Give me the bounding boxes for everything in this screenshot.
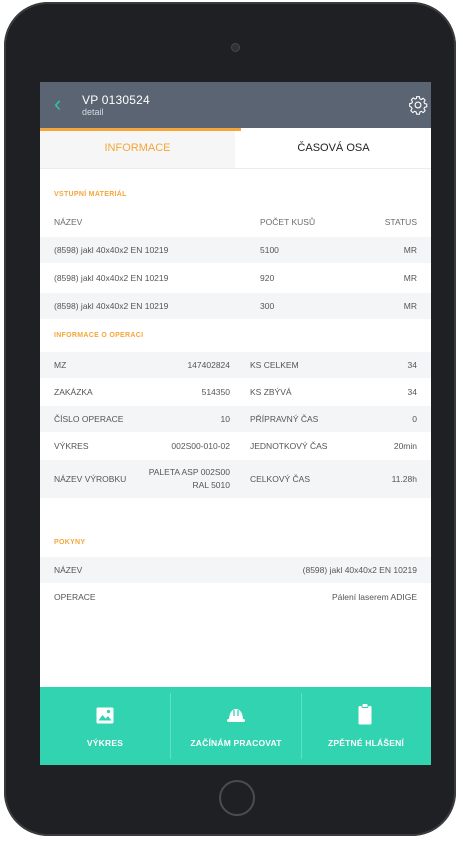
info-key: ZAKÁZKA <box>54 387 93 397</box>
info-key: NÁZEV VÝROBKU <box>54 474 127 484</box>
material-count: 300 <box>260 301 275 311</box>
instruction-row: OPERACE Pálení laserem ADIGE <box>40 584 431 610</box>
section-title-input-material: VSTUPNÍ MATERIÁL <box>54 191 127 198</box>
section-title-instructions: POKYNY <box>54 539 86 546</box>
app-screen: ‹ VP 0130524 detail INFORMACE ČASOVÁ OSA… <box>40 82 431 765</box>
settings-gear-icon[interactable] <box>408 95 428 115</box>
app-header: ‹ VP 0130524 detail <box>40 82 431 128</box>
instruction-row: NÁZEV (8598) jakl 40x40x2 EN 10219 <box>40 557 431 583</box>
info-value-line-2: RAL 5010 <box>192 480 231 490</box>
instruction-value: Pálení laserem ADIGE <box>331 592 417 602</box>
image-icon <box>96 707 114 724</box>
info-key: KS CELKEM <box>250 360 299 370</box>
instruction-value: (8598) jakl 40x40x2 EN 10219 <box>302 565 417 575</box>
info-key: JEDNOTKOVÝ ČAS <box>250 441 328 451</box>
tab-casova-osa[interactable]: ČASOVÁ OSA <box>236 128 431 168</box>
material-name: (8598) jakl 40x40x2 EN 10219 <box>54 245 169 255</box>
material-status: MR <box>403 273 417 283</box>
detail-content: VSTUPNÍ MATERIÁL NÁZEV POČET KUSŮ STATUS… <box>40 169 431 687</box>
info-row: ZAKÁZKA 514350 KS ZBÝVÁ 34 <box>40 379 431 405</box>
info-value: 514350 <box>201 387 230 397</box>
tab-bar: INFORMACE ČASOVÁ OSA <box>40 128 431 169</box>
instruction-key: NÁZEV <box>54 565 83 575</box>
info-value: 34 <box>407 360 417 370</box>
column-header-count: POČET KUSŮ <box>260 217 316 227</box>
hard-hat-icon <box>227 709 245 722</box>
material-status: MR <box>403 301 417 311</box>
info-key: KS ZBÝVÁ <box>250 387 292 397</box>
tab-informace[interactable]: INFORMACE <box>40 128 235 168</box>
info-row: VÝKRES 002S00-010-02 JEDNOTKOVÝ ČAS 20mi… <box>40 433 431 459</box>
column-header-name: NÁZEV <box>54 217 83 227</box>
table-row[interactable]: (8598) jakl 40x40x2 EN 10219 300 MR <box>40 293 431 319</box>
info-value: 20min <box>393 441 417 451</box>
info-row: NÁZEV VÝROBKU PALETA ASP 002S00 RAL 5010… <box>40 460 431 498</box>
info-value: 002S00-010-02 <box>171 441 230 451</box>
table-row[interactable]: (8598) jakl 40x40x2 EN 10219 5100 MR <box>40 237 431 263</box>
info-value: 147402824 <box>187 360 230 370</box>
info-row: MZ 147402824 KS CELKEM 34 <box>40 352 431 378</box>
info-value: 11.28h <box>391 474 417 484</box>
active-tab-indicator <box>40 128 241 131</box>
page-title: VP 0130524 <box>82 93 150 107</box>
material-name: (8598) jakl 40x40x2 EN 10219 <box>54 273 169 283</box>
info-key: MZ <box>54 360 67 370</box>
clipboard-icon <box>358 703 372 725</box>
info-key: CELKOVÝ ČAS <box>250 474 310 484</box>
section-title-operation-info: INFORMACE O OPERACI <box>54 332 144 339</box>
table-header: NÁZEV POČET KUSŮ STATUS <box>40 209 431 235</box>
home-button[interactable] <box>219 780 255 816</box>
vykres-label: VÝKRES <box>86 738 124 748</box>
material-count: 920 <box>260 273 275 283</box>
tablet-frame: ‹ VP 0130524 detail INFORMACE ČASOVÁ OSA… <box>4 2 456 836</box>
info-key: PŘÍPRAVNÝ ČAS <box>250 414 319 424</box>
info-value-line-1: PALETA ASP 002S00 <box>148 467 230 477</box>
camera-dot <box>232 44 239 51</box>
instruction-key: OPERACE <box>54 592 96 602</box>
start-work-button[interactable]: ZAČÍNÁM PRACOVAT <box>171 687 301 765</box>
material-status: MR <box>403 245 417 255</box>
material-count: 5100 <box>260 245 279 255</box>
page-subtitle: detail <box>82 107 104 117</box>
info-value: 10 <box>220 414 230 424</box>
start-work-label: ZAČÍNÁM PRACOVAT <box>190 738 282 748</box>
table-row[interactable]: (8598) jakl 40x40x2 EN 10219 920 MR <box>40 265 431 291</box>
info-value: 0 <box>412 414 417 424</box>
vykres-button[interactable]: VÝKRES <box>40 687 170 765</box>
action-bar: VÝKRES ZAČÍNÁM PRACOVAT ZPĚTNÉ HLÁŠENÍ <box>40 687 431 765</box>
info-key: VÝKRES <box>54 441 89 451</box>
column-header-status: STATUS <box>384 217 417 227</box>
feedback-label: ZPĚTNÉ HLÁŠENÍ <box>327 738 404 748</box>
info-value: 34 <box>407 387 417 397</box>
material-name: (8598) jakl 40x40x2 EN 10219 <box>54 301 169 311</box>
info-key: ČÍSLO OPERACE <box>54 414 124 424</box>
back-chevron-icon[interactable]: ‹ <box>54 92 61 116</box>
feedback-button[interactable]: ZPĚTNÉ HLÁŠENÍ <box>301 687 431 765</box>
info-row: ČÍSLO OPERACE 10 PŘÍPRAVNÝ ČAS 0 <box>40 406 431 432</box>
